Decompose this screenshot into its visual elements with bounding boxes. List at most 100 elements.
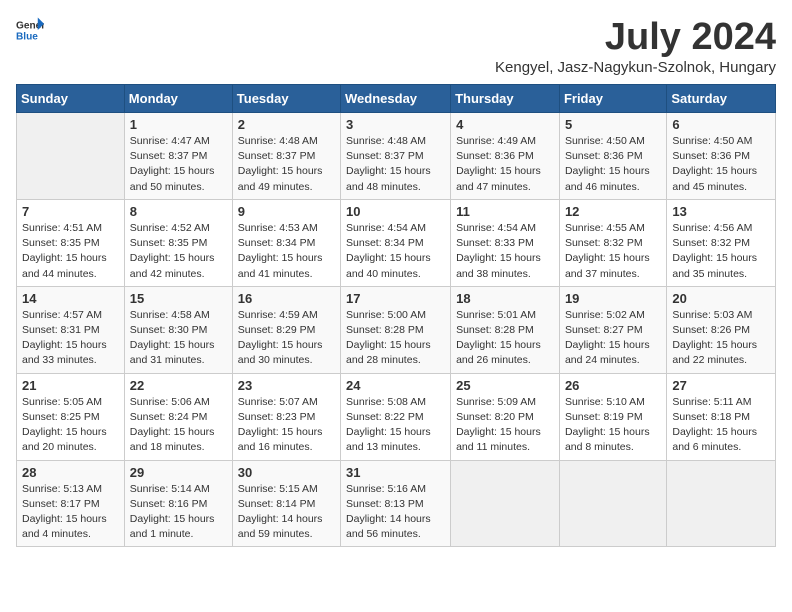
- day-cell: 31 Sunrise: 5:16 AMSunset: 8:13 PMDaylig…: [341, 460, 451, 547]
- day-detail: Sunrise: 4:54 AMSunset: 8:33 PMDaylight:…: [456, 221, 554, 282]
- day-number: 6: [672, 117, 770, 132]
- day-cell: 1 Sunrise: 4:47 AMSunset: 8:37 PMDayligh…: [124, 113, 232, 200]
- day-detail: Sunrise: 4:55 AMSunset: 8:32 PMDaylight:…: [565, 221, 661, 282]
- week-row-5: 28 Sunrise: 5:13 AMSunset: 8:17 PMDaylig…: [17, 460, 776, 547]
- calendar-table: Sunday Monday Tuesday Wednesday Thursday…: [16, 84, 776, 547]
- day-cell: 27 Sunrise: 5:11 AMSunset: 8:18 PMDaylig…: [667, 373, 776, 460]
- day-cell: 23 Sunrise: 5:07 AMSunset: 8:23 PMDaylig…: [232, 373, 340, 460]
- day-detail: Sunrise: 5:01 AMSunset: 8:28 PMDaylight:…: [456, 308, 554, 369]
- day-cell: 18 Sunrise: 5:01 AMSunset: 8:28 PMDaylig…: [451, 286, 560, 373]
- col-wednesday: Wednesday: [341, 85, 451, 113]
- day-number: 5: [565, 117, 661, 132]
- day-detail: Sunrise: 5:11 AMSunset: 8:18 PMDaylight:…: [672, 395, 770, 456]
- col-friday: Friday: [559, 85, 666, 113]
- day-number: 19: [565, 291, 661, 306]
- day-detail: Sunrise: 4:50 AMSunset: 8:36 PMDaylight:…: [565, 134, 661, 195]
- day-detail: Sunrise: 5:10 AMSunset: 8:19 PMDaylight:…: [565, 395, 661, 456]
- day-cell: [17, 113, 125, 200]
- day-detail: Sunrise: 4:56 AMSunset: 8:32 PMDaylight:…: [672, 221, 770, 282]
- day-cell: 11 Sunrise: 4:54 AMSunset: 8:33 PMDaylig…: [451, 199, 560, 286]
- calendar-body: 1 Sunrise: 4:47 AMSunset: 8:37 PMDayligh…: [17, 113, 776, 547]
- day-number: 16: [238, 291, 335, 306]
- day-cell: 7 Sunrise: 4:51 AMSunset: 8:35 PMDayligh…: [17, 199, 125, 286]
- day-cell: [667, 460, 776, 547]
- day-detail: Sunrise: 5:15 AMSunset: 8:14 PMDaylight:…: [238, 482, 335, 543]
- header: General Blue July 2024 Kengyel, Jasz-Nag…: [16, 16, 776, 76]
- week-row-4: 21 Sunrise: 5:05 AMSunset: 8:25 PMDaylig…: [17, 373, 776, 460]
- day-detail: Sunrise: 4:54 AMSunset: 8:34 PMDaylight:…: [346, 221, 445, 282]
- col-tuesday: Tuesday: [232, 85, 340, 113]
- day-detail: Sunrise: 5:05 AMSunset: 8:25 PMDaylight:…: [22, 395, 119, 456]
- day-detail: Sunrise: 4:50 AMSunset: 8:36 PMDaylight:…: [672, 134, 770, 195]
- day-number: 31: [346, 465, 445, 480]
- header-row: Sunday Monday Tuesday Wednesday Thursday…: [17, 85, 776, 113]
- day-cell: 28 Sunrise: 5:13 AMSunset: 8:17 PMDaylig…: [17, 460, 125, 547]
- day-detail: Sunrise: 4:53 AMSunset: 8:34 PMDaylight:…: [238, 221, 335, 282]
- day-number: 3: [346, 117, 445, 132]
- day-cell: 10 Sunrise: 4:54 AMSunset: 8:34 PMDaylig…: [341, 199, 451, 286]
- day-cell: 8 Sunrise: 4:52 AMSunset: 8:35 PMDayligh…: [124, 199, 232, 286]
- day-detail: Sunrise: 5:16 AMSunset: 8:13 PMDaylight:…: [346, 482, 445, 543]
- day-number: 25: [456, 378, 554, 393]
- day-number: 21: [22, 378, 119, 393]
- day-cell: [559, 460, 666, 547]
- day-detail: Sunrise: 4:51 AMSunset: 8:35 PMDaylight:…: [22, 221, 119, 282]
- day-cell: 25 Sunrise: 5:09 AMSunset: 8:20 PMDaylig…: [451, 373, 560, 460]
- day-cell: [451, 460, 560, 547]
- day-detail: Sunrise: 5:08 AMSunset: 8:22 PMDaylight:…: [346, 395, 445, 456]
- col-monday: Monday: [124, 85, 232, 113]
- title-block: July 2024 Kengyel, Jasz-Nagykun-Szolnok,…: [495, 16, 776, 76]
- day-cell: 3 Sunrise: 4:48 AMSunset: 8:37 PMDayligh…: [341, 113, 451, 200]
- col-sunday: Sunday: [17, 85, 125, 113]
- col-saturday: Saturday: [667, 85, 776, 113]
- logo-icon: General Blue: [16, 16, 44, 44]
- week-row-1: 1 Sunrise: 4:47 AMSunset: 8:37 PMDayligh…: [17, 113, 776, 200]
- day-number: 14: [22, 291, 119, 306]
- day-detail: Sunrise: 5:14 AMSunset: 8:16 PMDaylight:…: [130, 482, 227, 543]
- col-thursday: Thursday: [451, 85, 560, 113]
- week-row-3: 14 Sunrise: 4:57 AMSunset: 8:31 PMDaylig…: [17, 286, 776, 373]
- week-row-2: 7 Sunrise: 4:51 AMSunset: 8:35 PMDayligh…: [17, 199, 776, 286]
- day-cell: 13 Sunrise: 4:56 AMSunset: 8:32 PMDaylig…: [667, 199, 776, 286]
- day-number: 9: [238, 204, 335, 219]
- day-detail: Sunrise: 5:09 AMSunset: 8:20 PMDaylight:…: [456, 395, 554, 456]
- day-number: 22: [130, 378, 227, 393]
- svg-text:Blue: Blue: [16, 31, 38, 42]
- day-number: 8: [130, 204, 227, 219]
- calendar-header: Sunday Monday Tuesday Wednesday Thursday…: [17, 85, 776, 113]
- day-detail: Sunrise: 4:52 AMSunset: 8:35 PMDaylight:…: [130, 221, 227, 282]
- day-cell: 9 Sunrise: 4:53 AMSunset: 8:34 PMDayligh…: [232, 199, 340, 286]
- day-cell: 21 Sunrise: 5:05 AMSunset: 8:25 PMDaylig…: [17, 373, 125, 460]
- day-number: 30: [238, 465, 335, 480]
- day-number: 27: [672, 378, 770, 393]
- day-detail: Sunrise: 5:07 AMSunset: 8:23 PMDaylight:…: [238, 395, 335, 456]
- day-number: 4: [456, 117, 554, 132]
- day-detail: Sunrise: 4:48 AMSunset: 8:37 PMDaylight:…: [238, 134, 335, 195]
- day-number: 18: [456, 291, 554, 306]
- day-detail: Sunrise: 5:00 AMSunset: 8:28 PMDaylight:…: [346, 308, 445, 369]
- day-number: 13: [672, 204, 770, 219]
- day-cell: 6 Sunrise: 4:50 AMSunset: 8:36 PMDayligh…: [667, 113, 776, 200]
- day-cell: 30 Sunrise: 5:15 AMSunset: 8:14 PMDaylig…: [232, 460, 340, 547]
- day-cell: 26 Sunrise: 5:10 AMSunset: 8:19 PMDaylig…: [559, 373, 666, 460]
- day-cell: 24 Sunrise: 5:08 AMSunset: 8:22 PMDaylig…: [341, 373, 451, 460]
- day-number: 17: [346, 291, 445, 306]
- day-detail: Sunrise: 4:47 AMSunset: 8:37 PMDaylight:…: [130, 134, 227, 195]
- day-cell: 12 Sunrise: 4:55 AMSunset: 8:32 PMDaylig…: [559, 199, 666, 286]
- day-number: 29: [130, 465, 227, 480]
- logo: General Blue: [16, 16, 44, 44]
- day-cell: 22 Sunrise: 5:06 AMSunset: 8:24 PMDaylig…: [124, 373, 232, 460]
- day-number: 28: [22, 465, 119, 480]
- day-detail: Sunrise: 4:48 AMSunset: 8:37 PMDaylight:…: [346, 134, 445, 195]
- day-number: 11: [456, 204, 554, 219]
- day-cell: 19 Sunrise: 5:02 AMSunset: 8:27 PMDaylig…: [559, 286, 666, 373]
- day-number: 1: [130, 117, 227, 132]
- month-title: July 2024: [495, 16, 776, 59]
- day-detail: Sunrise: 4:59 AMSunset: 8:29 PMDaylight:…: [238, 308, 335, 369]
- location-title: Kengyel, Jasz-Nagykun-Szolnok, Hungary: [495, 59, 776, 76]
- day-cell: 2 Sunrise: 4:48 AMSunset: 8:37 PMDayligh…: [232, 113, 340, 200]
- day-detail: Sunrise: 5:06 AMSunset: 8:24 PMDaylight:…: [130, 395, 227, 456]
- day-detail: Sunrise: 4:49 AMSunset: 8:36 PMDaylight:…: [456, 134, 554, 195]
- day-number: 15: [130, 291, 227, 306]
- day-cell: 14 Sunrise: 4:57 AMSunset: 8:31 PMDaylig…: [17, 286, 125, 373]
